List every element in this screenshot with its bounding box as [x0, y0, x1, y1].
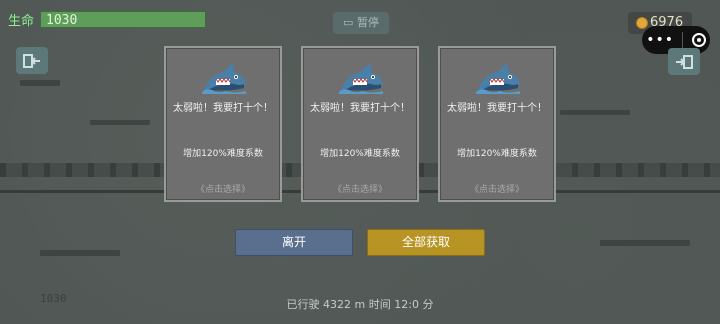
- reward-card-2[interactable]: 太弱啦！我要打十个！ 增加120%难度系数 《点击选择》: [301, 46, 419, 202]
- life-hud: 生命 1030: [8, 10, 207, 29]
- card-title: 太弱啦！我要打十个！: [310, 103, 410, 114]
- reward-card-1[interactable]: 太弱啦！我要打十个！ 增加120%难度系数 《点击选择》: [164, 46, 282, 202]
- card-title: 太弱啦！我要打十个！: [447, 103, 547, 114]
- life-label: 生命: [8, 14, 35, 29]
- card-hint: 《点击选择》: [332, 185, 387, 195]
- travel-status: 已行驶 4322 m 时间 12:0 分: [286, 298, 434, 311]
- leave-button[interactable]: 离开: [235, 229, 353, 256]
- pause-button[interactable]: ▭ 暂停: [333, 12, 389, 34]
- more-icon[interactable]: •••: [646, 32, 674, 48]
- life-value: 1030: [46, 13, 78, 28]
- exit-right-button[interactable]: [668, 48, 700, 75]
- reward-card-3[interactable]: 太弱啦！我要打十个！ 增加120%难度系数 《点击选择》: [438, 46, 556, 202]
- shark-icon: [202, 64, 246, 94]
- exit-right-icon: [676, 54, 693, 69]
- pause-label: 暂停: [356, 16, 379, 29]
- target-circle-icon[interactable]: [691, 33, 706, 47]
- card-hint: 《点击选择》: [469, 185, 524, 195]
- capsule-divider: [682, 32, 684, 48]
- card-title: 太弱啦！我要打十个！: [173, 103, 273, 114]
- exit-left-button[interactable]: [16, 47, 48, 74]
- coin-icon: [636, 17, 648, 29]
- pause-icon: ▭: [343, 16, 357, 29]
- exit-left-icon: [23, 53, 40, 68]
- take-all-button[interactable]: 全部获取: [367, 229, 485, 256]
- card-hint: 《点击选择》: [195, 185, 250, 195]
- shark-icon: [339, 64, 383, 94]
- card-description: 增加120%难度系数: [183, 149, 263, 159]
- life-bar: 1030: [40, 11, 207, 28]
- card-description: 增加120%难度系数: [457, 149, 537, 159]
- card-description: 增加120%难度系数: [320, 149, 400, 159]
- shark-icon: [476, 64, 520, 94]
